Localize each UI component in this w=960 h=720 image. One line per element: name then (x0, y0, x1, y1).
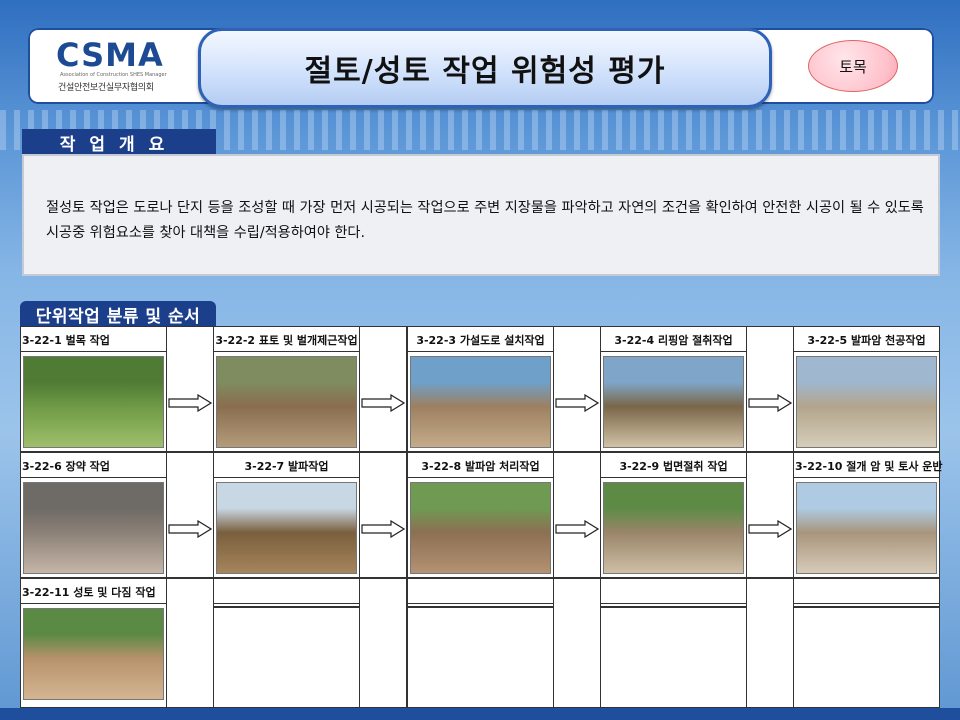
step-label-box (793, 578, 940, 604)
page-title: 절토/성토 작업 위험성 평가 (304, 54, 666, 89)
step-label: 3-22-8 발파암 처리작업 (421, 460, 540, 473)
step-connector-cell (359, 452, 407, 578)
logo-korean-name: 건설안전보건실무자협의회 (58, 83, 154, 93)
step-label: 3-22-7 발파작업 (244, 460, 329, 473)
step-connector-cell (166, 452, 214, 578)
step-connector-cell (746, 326, 794, 452)
blast-drilling-photo (796, 356, 937, 448)
overview-text: 절성토 작업은 도로나 단지 등을 조성할 때 가장 먼저 시공되는 작업으로 … (46, 200, 924, 241)
temporary-road-photo (410, 356, 551, 448)
step-connector-cell (553, 578, 601, 708)
step-connector-cell (553, 326, 601, 452)
step-connector-cell (166, 578, 214, 708)
step-label: 3-22-5 발파암 천공작업 (807, 334, 926, 347)
step-label: 3-22-1 벌목 작업 (22, 334, 110, 347)
right-arrow-icon (361, 520, 405, 538)
category-badge: 토목 (808, 40, 898, 92)
empty-cell-divider (213, 606, 360, 608)
hauling-photo (796, 482, 937, 574)
fill-compaction-photo (23, 608, 164, 700)
step-connector-cell (166, 326, 214, 452)
logo-subtext: Association of Construction SHES Manager (60, 72, 167, 78)
charging-photo (23, 482, 164, 574)
step-connector-cell (359, 326, 407, 452)
step-label: 3-22-3 가설도로 설치작업 (416, 334, 545, 347)
slope-cutting-photo (603, 482, 744, 574)
csma-logo: CSMA Association of Construction SHES Ma… (56, 38, 174, 98)
right-arrow-icon (555, 520, 599, 538)
steps-heading: 단위작업 분류 및 순서 (20, 301, 216, 328)
overview-heading: 작업개요 (22, 129, 216, 155)
empty-cell-divider (600, 606, 747, 608)
step-label: 3-22-11 성토 및 다짐 작업 (22, 586, 156, 599)
bottom-bar (0, 708, 960, 720)
blasted-rock-photo (410, 482, 551, 574)
step-label-box (213, 578, 360, 604)
step-label: 3-22-9 법면절취 작업 (619, 460, 728, 473)
step-connector-cell (553, 452, 601, 578)
logo-text: CSMA (56, 36, 164, 74)
topsoil-clearing-photo (216, 356, 357, 448)
title-banner: 절토/성토 작업 위험성 평가 (198, 28, 772, 108)
overview-box: 절성토 작업은 도로나 단지 등을 조성할 때 가장 먼저 시공되는 작업으로 … (22, 154, 940, 276)
right-arrow-icon (555, 394, 599, 412)
step-label: 3-22-10 절개 암 및 토사 운반 (795, 460, 943, 473)
right-arrow-icon (361, 394, 405, 412)
step-label-box (407, 578, 554, 604)
step-label-box (600, 578, 747, 604)
right-arrow-icon (168, 394, 212, 412)
right-arrow-icon (168, 520, 212, 538)
empty-cell-divider (793, 606, 940, 608)
blasting-photo (216, 482, 357, 574)
empty-cell-divider (407, 606, 554, 608)
step-connector-cell (746, 578, 794, 708)
step-label: 3-22-2 표토 및 벌개제근작업 (215, 334, 358, 347)
right-arrow-icon (748, 394, 792, 412)
step-connector-cell (746, 452, 794, 578)
tree-felling-photo (23, 356, 164, 448)
step-connector-cell (359, 578, 407, 708)
ripping-rock-photo (603, 356, 744, 448)
step-label: 3-22-4 리핑암 절취작업 (614, 334, 733, 347)
steps-grid: 3-22-1 벌목 작업 3-22-2 표토 및 벌개제근작업 3-22-3 가설도… (20, 326, 943, 708)
right-arrow-icon (748, 520, 792, 538)
step-label: 3-22-6 장약 작업 (22, 460, 110, 473)
